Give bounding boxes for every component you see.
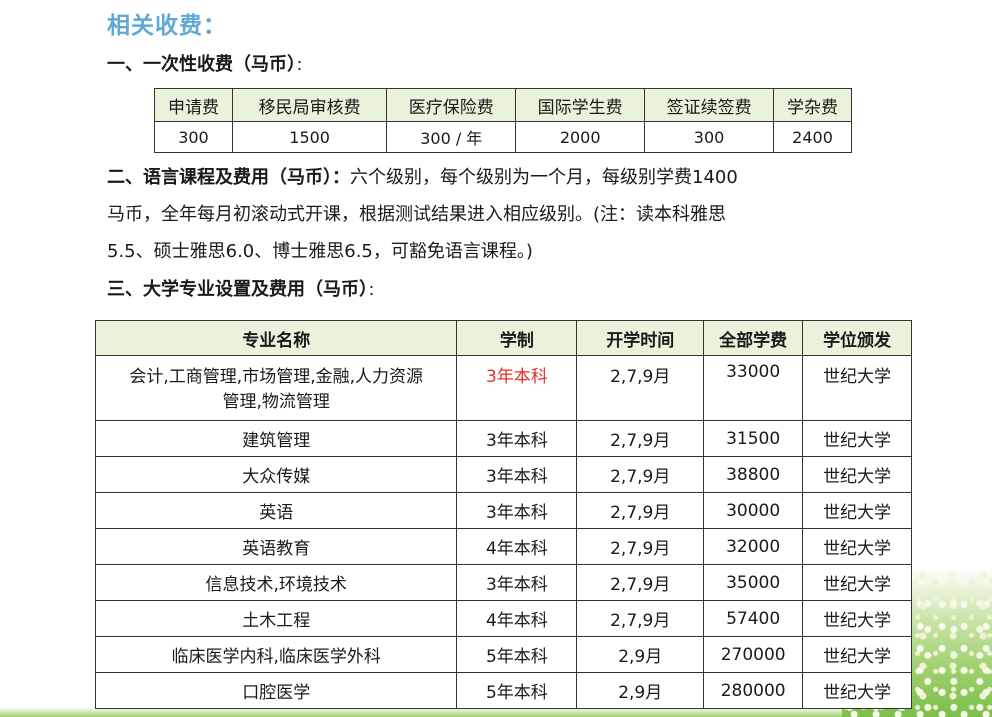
fees-value-cell: 300: [154, 121, 233, 153]
fee-cell: 57400: [703, 600, 804, 637]
duration-cell: 3年本科: [456, 492, 578, 529]
majors-header-cell: 开学时间: [576, 320, 705, 356]
fee-cell: 38800: [703, 456, 804, 493]
major-name-cell: 临床医学内科,临床医学外科: [94, 636, 458, 673]
duration-cell: 3年本科: [456, 355, 578, 421]
table-row: 大众传媒 3年本科 2,7,9月 38800 世纪大学: [94, 456, 912, 493]
fees-value-cell: 300: [644, 121, 775, 153]
fees-value-row: 300 1500 300 / 年 2000 300 2400: [154, 121, 852, 153]
major-name-cell: 英语教育: [94, 528, 458, 565]
majors-table: 专业名称 学制 开学时间 全部学费 学位颁发 会计,工商管理,市场管理,金融,人…: [94, 320, 912, 709]
table-row: 临床医学内科,临床医学外科 5年本科 2,9月 270000 世纪大学: [94, 636, 912, 673]
fees-header-cell: 移民局审核费: [231, 88, 388, 122]
major-name-cell: 英语: [94, 492, 458, 529]
majors-header-cell: 专业名称: [94, 320, 458, 356]
fees-header-cell: 学杂费: [773, 88, 852, 122]
major-name-cell: 信息技术,环境技术: [94, 564, 458, 601]
fees-header-cell: 国际学生费: [515, 88, 646, 122]
fees-header-cell: 医疗保险费: [386, 88, 517, 122]
intake-cell: 2,9月: [576, 636, 705, 673]
duration-cell: 3年本科: [456, 564, 578, 601]
fee-cell: 31500: [703, 420, 804, 457]
fee-cell: 30000: [703, 492, 804, 529]
intake-cell: 2,7,9月: [576, 492, 705, 529]
section1-heading-line: 一、一次性收费（马币）：: [107, 47, 310, 84]
fees-header-cell: 申请费: [154, 88, 233, 122]
fee-cell: 33000: [703, 355, 804, 421]
degree-cell: 世纪大学: [802, 564, 912, 601]
intake-cell: 2,7,9月: [576, 420, 705, 457]
intake-cell: 2,7,9月: [576, 528, 705, 565]
major-name-cell: 建筑管理: [94, 420, 458, 457]
major-name-line: 会计,工商管理,市场管理,金融,人力资源: [129, 367, 424, 387]
intake-cell: 2,7,9月: [576, 564, 705, 601]
fees-value-cell: 300 / 年: [386, 121, 517, 153]
majors-header-row: 专业名称 学制 开学时间 全部学费 学位颁发: [94, 320, 912, 356]
intake-cell: 2,9月: [576, 672, 705, 709]
duration-cell: 5年本科: [456, 672, 578, 709]
major-name-cell: 会计,工商管理,市场管理,金融,人力资源 管理,物流管理: [94, 355, 458, 421]
major-name-line: 管理,物流管理: [222, 392, 330, 412]
section3-colon: ：: [368, 283, 382, 299]
degree-cell: 世纪大学: [802, 492, 912, 529]
section2-heading: 二、语言课程及费用（马币）：: [107, 167, 350, 188]
duration-cell: 3年本科: [456, 420, 578, 457]
section2-line1: 二、语言课程及费用（马币）：六个级别，每个级别为一个月，每级别学费1400: [107, 160, 738, 196]
duration-cell: 4年本科: [456, 600, 578, 637]
table-row: 建筑管理 3年本科 2,7,9月 31500 世纪大学: [94, 420, 912, 457]
section2-line3: 5.5、硕士雅思6.0、博士雅思6.5，可豁免语言课程。): [107, 241, 533, 262]
section1-heading: 一、一次性收费（马币）: [107, 54, 296, 75]
table-row: 英语 3年本科 2,7,9月 30000 世纪大学: [94, 492, 912, 529]
section2-text-1: 六个级别，每个级别为一个月，每级别学费1400: [350, 167, 738, 188]
section3-heading-line: 三、大学专业设置及费用（马币）：: [107, 272, 382, 309]
intake-cell: 2,7,9月: [576, 355, 705, 421]
duration-cell: 5年本科: [456, 636, 578, 673]
one-time-fees-table: 申请费 移民局审核费 医疗保险费 国际学生费 签证续签费 学杂费 300 150…: [154, 88, 852, 153]
majors-header-cell: 学制: [456, 320, 578, 356]
fees-value-cell: 2000: [515, 121, 646, 153]
degree-cell: 世纪大学: [802, 420, 912, 457]
section2-line2: 马币，全年每月初滚动式开课，根据测试结果进入相应级别。(注：读本科雅思: [107, 204, 727, 225]
table-row: 英语教育 4年本科 2,7,9月 32000 世纪大学: [94, 528, 912, 565]
degree-cell: 世纪大学: [802, 672, 912, 709]
table-row: 信息技术,环境技术 3年本科 2,7,9月 35000 世纪大学: [94, 564, 912, 601]
fee-cell: 280000: [703, 672, 804, 709]
fee-cell: 35000: [703, 564, 804, 601]
majors-header-cell: 全部学费: [703, 320, 804, 356]
table-row: 土木工程 4年本科 2,7,9月 57400 世纪大学: [94, 600, 912, 637]
degree-cell: 世纪大学: [802, 456, 912, 493]
fee-cell: 32000: [703, 528, 804, 565]
degree-cell: 世纪大学: [802, 600, 912, 637]
duration-cell: 3年本科: [456, 456, 578, 493]
table-row: 口腔医学 5年本科 2,9月 280000 世纪大学: [94, 672, 912, 709]
degree-cell: 世纪大学: [802, 636, 912, 673]
table-row: 会计,工商管理,市场管理,金融,人力资源 管理,物流管理 3年本科 2,7,9月…: [94, 355, 912, 421]
degree-cell: 世纪大学: [802, 528, 912, 565]
major-name-cell: 口腔医学: [94, 672, 458, 709]
section1-colon: ：: [296, 58, 310, 74]
majors-header-cell: 学位颁发: [802, 320, 912, 356]
intake-cell: 2,7,9月: [576, 600, 705, 637]
duration-cell: 4年本科: [456, 528, 578, 565]
intake-cell: 2,7,9月: [576, 456, 705, 493]
major-name-cell: 土木工程: [94, 600, 458, 637]
fees-header-row: 申请费 移民局审核费 医疗保险费 国际学生费 签证续签费 学杂费: [154, 88, 852, 122]
fees-value-cell: 2400: [773, 121, 852, 153]
section3-heading: 三、大学专业设置及费用（马币）: [107, 279, 368, 300]
page-title: 相关收费：: [107, 13, 227, 39]
fees-header-cell: 签证续签费: [644, 88, 775, 122]
major-name-cell: 大众传媒: [94, 456, 458, 493]
fees-value-cell: 1500: [231, 121, 388, 153]
fee-cell: 270000: [703, 636, 804, 673]
degree-cell: 世纪大学: [802, 355, 912, 421]
